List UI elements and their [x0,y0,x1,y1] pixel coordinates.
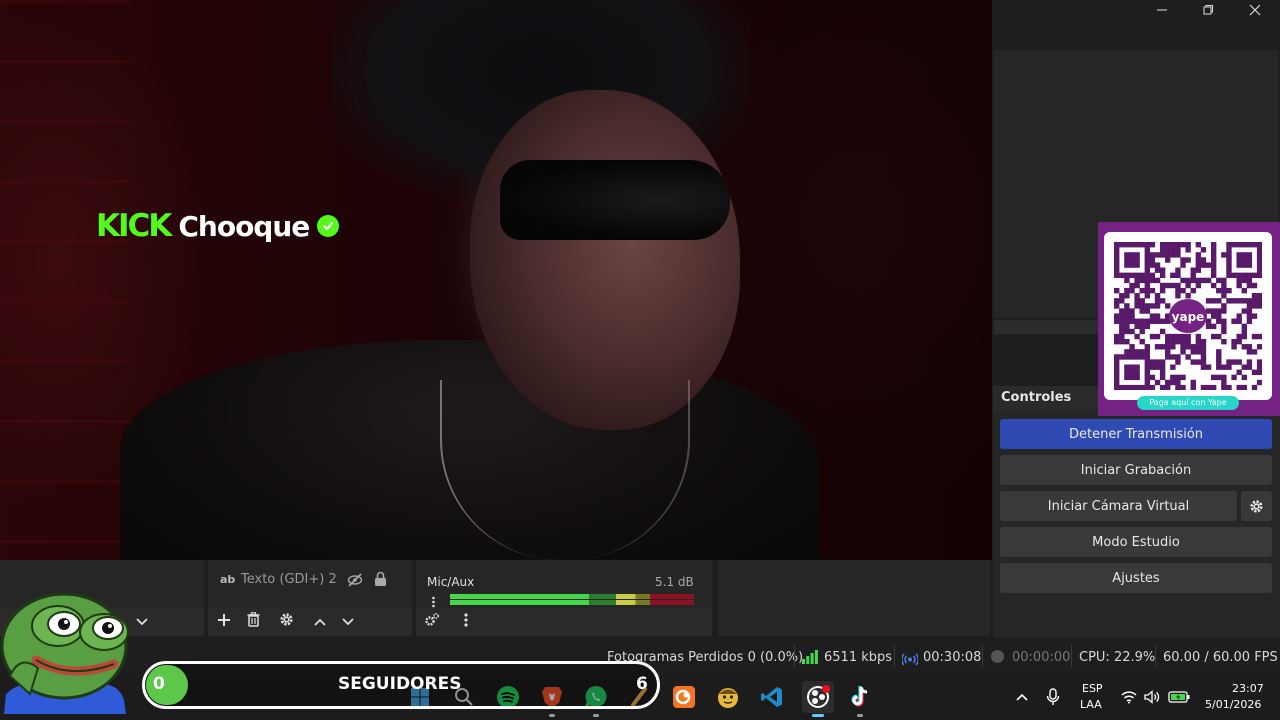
vscode-icon[interactable] [758,683,786,711]
person-face [470,90,740,430]
qr-caption: Paga aquí con Yape [1137,396,1239,410]
record-time-status: 00:00:00 [1012,650,1071,665]
tiktok-icon[interactable] [846,683,874,711]
streamer-name: Chooque [178,209,310,243]
status-divider [1155,645,1156,667]
add-source-icon[interactable] [214,612,234,632]
signal-bars-icon [802,649,818,668]
fps-status: 60.00 / 60.00 FPS [1163,650,1278,665]
clock-time[interactable]: 23:07 [1232,682,1264,695]
move-up-icon[interactable] [310,612,330,632]
microphone-icon[interactable] [1039,683,1067,711]
battery-charging-icon[interactable] [1165,683,1193,711]
running-indicator [857,714,863,717]
obs-icon[interactable] [802,681,834,713]
followers-label: SEGUIDORES [338,674,462,694]
person-sunglasses [500,160,730,240]
advanced-audio-icon[interactable] [422,612,442,632]
studio-mode-button[interactable]: Modo Estudio [1000,527,1272,557]
status-divider [894,645,895,667]
active-indicator [812,714,824,717]
running-indicator [593,714,599,717]
trash-icon[interactable] [243,612,263,632]
bitrate-status: 6511 kbps [824,650,893,665]
live-broadcast-icon [901,651,919,670]
crunchyroll-icon[interactable] [670,683,698,711]
settings-button[interactable]: Ajustes [1000,563,1272,593]
text-source-icon: ab [220,573,236,586]
eye-hidden-icon[interactable] [347,572,363,591]
lock-icon[interactable] [374,571,387,591]
followers-goal: 6 [636,674,648,694]
maximize-icon[interactable] [1185,2,1231,24]
tray-expand-icon[interactable] [1008,683,1036,711]
gear-icon[interactable] [276,612,296,632]
status-divider [794,645,795,667]
virtual-camera-settings-button[interactable] [1241,491,1272,521]
start-recording-button[interactable]: Iniciar Grabación [1000,455,1272,485]
emoji-app-icon[interactable] [714,683,742,711]
yape-logo-text: yape [1172,310,1205,324]
status-divider [1071,645,1072,667]
background-shelf [0,0,130,560]
check-circle-icon [317,215,340,237]
mixer-channel-level: 5.1 dB [655,575,694,589]
mixer-channel-name: Mic/Aux [427,575,475,589]
volume-icon[interactable] [1138,683,1166,711]
controls-title: Controles [1001,390,1072,405]
keyboard-layout[interactable]: LAA [1080,698,1102,711]
stop-stream-button[interactable]: Detener Transmisión [1000,419,1272,449]
running-indicator [549,714,555,717]
pepe-frog-sticker [0,592,129,714]
audio-meter [450,594,694,606]
transitions-dock [718,560,990,636]
record-dot-icon [991,650,1004,663]
status-divider [982,645,983,667]
followers-current: 0 [153,674,165,694]
channel-menu-icon[interactable] [432,596,435,608]
kick-name-overlay: KICK Chooque [96,208,340,244]
start-virtual-camera-button[interactable]: Iniciar Cámara Virtual [1000,491,1237,521]
gear-icon [1250,499,1263,513]
minimize-icon[interactable] [1139,2,1185,24]
cpu-status: CPU: 22.9% [1079,650,1156,665]
stream-time-status: 00:30:08 [923,650,982,665]
clock-date[interactable]: 5/01/2026 [1205,698,1261,711]
keyboard-language[interactable]: ESP [1082,682,1103,695]
desktop: KICK Chooque Controles Detener Transmisi… [0,0,1280,720]
more-menu-icon[interactable] [456,612,476,632]
qr-code: yape [1114,242,1262,390]
kick-logo: KICK [96,208,172,244]
move-down-icon[interactable] [338,612,358,632]
close-icon[interactable] [1232,2,1278,24]
stream-preview[interactable]: KICK Chooque [0,0,992,580]
source-item-label[interactable]: Texto (GDI+) 2 [241,572,337,587]
